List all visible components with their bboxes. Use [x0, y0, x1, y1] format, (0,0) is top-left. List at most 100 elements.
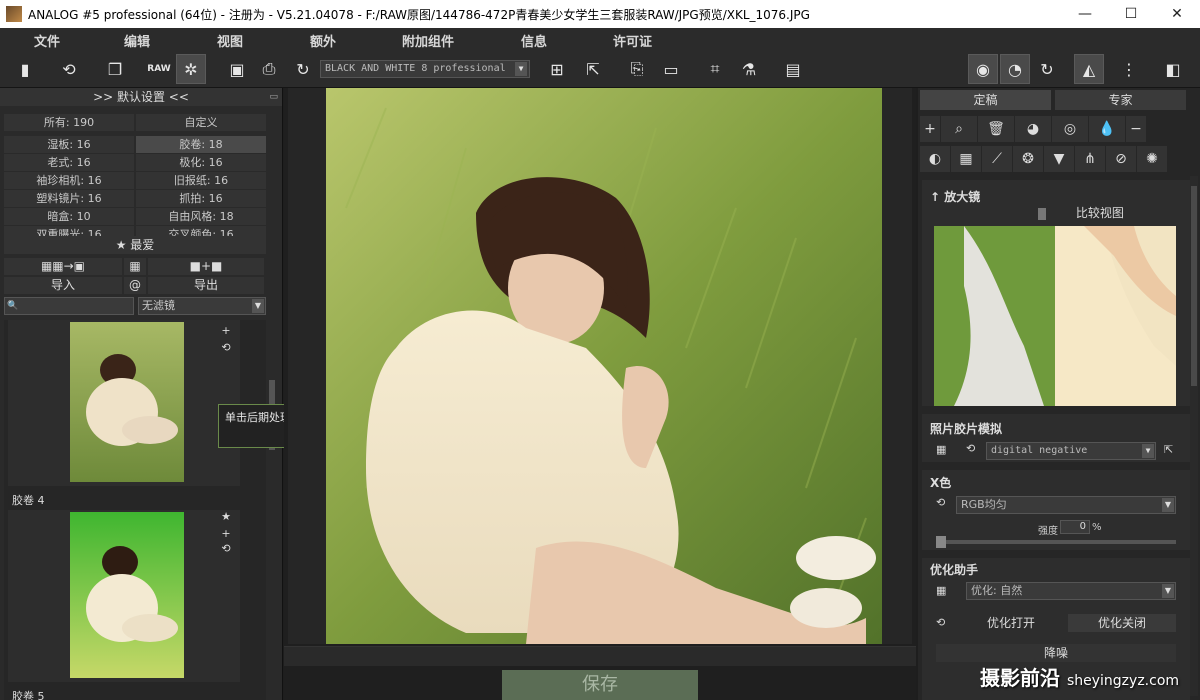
thumbnail-card[interactable]: + ⟲ — [8, 320, 240, 486]
export-button[interactable]: 导出 — [148, 277, 264, 294]
category-camera-box[interactable]: 暗盒: 10 — [4, 208, 134, 225]
refresh-icon[interactable]: ⟲ — [216, 542, 236, 555]
texture-icon[interactable]: ▦ — [951, 146, 981, 172]
drop-icon[interactable]: 💧 — [1089, 116, 1125, 142]
grid-icon[interactable]: ▦ — [936, 584, 946, 597]
category-plastic-lens[interactable]: 塑料镜片: 16 — [4, 190, 134, 207]
eye-icon[interactable]: ◉ — [968, 54, 998, 84]
refresh-icon[interactable]: ⟲ — [936, 496, 945, 509]
save-icon[interactable]: ▣ — [222, 54, 252, 84]
preview-image[interactable] — [326, 88, 882, 644]
menu-edit[interactable]: 编辑 — [124, 31, 150, 50]
thumbnail-image[interactable] — [70, 512, 184, 678]
close-button[interactable]: ✕ — [1154, 0, 1200, 28]
combine-icon[interactable]: ■+■ — [148, 258, 264, 275]
strength-input[interactable]: 0 — [1060, 520, 1090, 534]
color-ring-icon[interactable]: ❂ — [1013, 146, 1043, 172]
category-custom[interactable]: 自定义 — [136, 114, 266, 131]
menu-license[interactable]: 许可证 — [613, 31, 652, 50]
menu-info[interactable]: 信息 — [521, 31, 547, 50]
copy-icon[interactable]: ❐ — [100, 54, 130, 84]
strength-slider-handle[interactable] — [936, 536, 946, 548]
mirror-icon[interactable]: ◧ — [1158, 54, 1188, 84]
color-select[interactable]: RGB均匀 ▼ — [956, 496, 1176, 514]
right-scrollbar[interactable] — [1190, 176, 1198, 696]
filter-select[interactable]: 无滤镜 ▼ — [138, 297, 266, 315]
magnifier-preview[interactable] — [934, 226, 1176, 406]
compare-view-button[interactable]: 比较视图 — [988, 204, 1174, 222]
save-as-icon[interactable]: ⎘ — [622, 54, 652, 84]
batch-icon[interactable]: ⊞ — [542, 54, 572, 84]
thumbnail-card[interactable]: ★ + ⟲ — [8, 510, 240, 682]
menu-addons[interactable]: 附加组件 — [402, 31, 454, 50]
raw-icon[interactable]: RAW — [144, 54, 174, 84]
add-icon[interactable]: + — [216, 324, 236, 337]
pin-icon[interactable]: ▭ — [269, 88, 278, 106]
email-button[interactable]: @ — [124, 277, 146, 294]
curve-icon[interactable]: ⟋ — [982, 146, 1012, 172]
star-icon[interactable]: ★ — [216, 510, 236, 523]
add-icon[interactable]: + — [920, 116, 940, 142]
strength-slider[interactable] — [936, 536, 1176, 548]
menu-view[interactable]: 视图 — [217, 31, 243, 50]
network-icon[interactable]: ⋔ — [1075, 146, 1105, 172]
optimize-off-button[interactable]: 优化关闭 — [1068, 614, 1176, 632]
batch-grid-icon[interactable]: ▦ — [124, 258, 146, 275]
spectrum-icon[interactable]: ▼ — [1044, 146, 1074, 172]
calibrate-icon[interactable]: ⚗ — [734, 54, 764, 84]
magnifier-title[interactable]: ↑ 放大镜 — [930, 188, 980, 205]
histogram-icon[interactable]: ▤ — [778, 54, 808, 84]
minimize-button[interactable]: — — [1062, 0, 1108, 28]
blur-icon[interactable]: ⊘ — [1106, 146, 1136, 172]
contrast-icon[interactable]: ◐ — [920, 146, 950, 172]
menu-file[interactable]: 文件 — [34, 31, 60, 50]
split-icon[interactable]: ⋮ — [1114, 54, 1144, 84]
magnifier-icon[interactable]: ⌕ — [941, 116, 977, 142]
refresh-icon[interactable]: ⟲ — [966, 442, 975, 455]
import-icon[interactable]: ▦▦→▣ — [4, 258, 122, 275]
film-select[interactable]: digital negative ▼ — [986, 442, 1156, 460]
lens-icon[interactable]: ◎ — [1052, 116, 1088, 142]
new-icon[interactable]: ▮ — [10, 54, 40, 84]
category-film[interactable]: 胶卷: 18 — [136, 136, 266, 153]
thumbnail-image[interactable] — [70, 322, 184, 482]
category-freestyle[interactable]: 自由风格: 18 — [136, 208, 266, 225]
import-button[interactable]: 导入 — [4, 277, 122, 294]
scrollbar-thumb[interactable] — [1191, 186, 1197, 386]
category-wet-plate[interactable]: 湿板: 16 — [4, 136, 134, 153]
history-icon[interactable]: ⟲ — [54, 54, 84, 84]
color-wheel-icon[interactable]: ◕ — [1015, 116, 1051, 142]
category-snapshot[interactable]: 抓拍: 16 — [136, 190, 266, 207]
search-input[interactable]: 🔍 — [4, 297, 134, 315]
category-all[interactable]: 所有: 190 — [4, 114, 134, 131]
grid-icon[interactable]: ▦ — [936, 443, 946, 456]
favorites-button[interactable]: ★ 最爱 — [4, 236, 266, 254]
category-vintage[interactable]: 老式: 16 — [4, 154, 134, 171]
optimize-on-button[interactable]: 优化打开 — [956, 614, 1066, 632]
refresh-icon[interactable]: ⟲ — [216, 341, 236, 354]
print-icon[interactable]: ⎙ — [254, 54, 284, 84]
add-icon[interactable]: + — [216, 527, 236, 540]
optimize-select[interactable]: 优化: 自然 ▼ — [966, 582, 1176, 600]
share-icon[interactable]: ↻ — [288, 54, 318, 84]
category-old-newspaper[interactable]: 旧报纸: 16 — [136, 172, 266, 189]
denoise-button[interactable]: 降噪 — [936, 644, 1176, 662]
flip-h-icon[interactable]: ◭ — [1074, 54, 1104, 84]
menu-extra[interactable]: 额外 — [310, 31, 336, 50]
trash-icon[interactable]: 🗑 — [978, 116, 1014, 142]
tab-expert[interactable]: 专家 — [1055, 90, 1186, 110]
redo-icon[interactable]: ↻ — [1032, 54, 1062, 84]
minus-icon[interactable]: − — [1126, 116, 1146, 142]
category-pocket-camera[interactable]: 袖珍相机: 16 — [4, 172, 134, 189]
compare-icon[interactable]: ◔ — [1000, 54, 1030, 84]
preset-select[interactable]: BLACK AND WHITE 8 professional ▼ — [320, 60, 530, 78]
thumbnail-scrollbar[interactable] — [268, 320, 276, 694]
layout-icon[interactable]: ▭ — [656, 54, 686, 84]
category-polarized[interactable]: 极化: 16 — [136, 154, 266, 171]
settings-icon[interactable]: ✲ — [176, 54, 206, 84]
aperture-icon[interactable]: ✺ — [1137, 146, 1167, 172]
export-icon[interactable]: ⇱ — [578, 54, 608, 84]
tab-basic[interactable]: 定稿 — [920, 90, 1051, 110]
refresh-icon[interactable]: ⟲ — [936, 616, 945, 629]
maximize-button[interactable]: ☐ — [1108, 0, 1154, 28]
